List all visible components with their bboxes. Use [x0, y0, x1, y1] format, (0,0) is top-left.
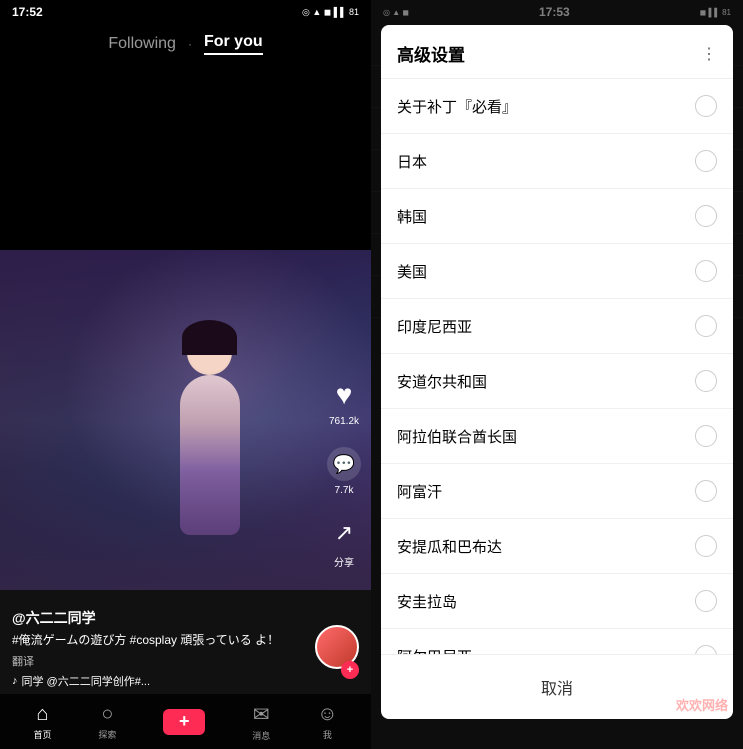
settings-item-uae[interactable]: 阿拉伯联合酋长国	[381, 409, 733, 464]
tab-following[interactable]: Following	[108, 35, 176, 53]
figure-head	[187, 330, 232, 375]
radio-inner	[701, 541, 711, 551]
settings-modal: 高级设置 ⋮ 关于补丁『必看』 日本 韩国	[381, 25, 733, 719]
create-button[interactable]: +	[163, 709, 205, 735]
radio-inner	[701, 321, 711, 331]
music-note-icon: ♪	[12, 675, 18, 687]
settings-item-andorra[interactable]: 安道尔共和国	[381, 354, 733, 409]
radio-button[interactable]	[695, 425, 717, 447]
heart-icon: ♥	[336, 379, 353, 411]
comment-icon: 💬	[327, 447, 361, 481]
radio-inner	[701, 156, 711, 166]
radio-inner	[701, 266, 711, 276]
modal-header: 高级设置 ⋮	[381, 25, 733, 79]
profile-icon: ☺	[317, 703, 337, 726]
video-scene	[0, 250, 371, 590]
music-info: ♪ 同学 @六二二同学创作#...	[12, 673, 316, 689]
radio-inner	[701, 376, 711, 386]
item-label: 日本	[397, 151, 695, 172]
home-icon: ⌂	[36, 703, 48, 726]
settings-item-indonesia[interactable]: 印度尼西亚	[381, 299, 733, 354]
radio-button[interactable]	[695, 315, 717, 337]
profile-label: 我	[323, 728, 332, 741]
cancel-button[interactable]: 取消	[501, 667, 613, 707]
action-buttons: ♥ 761.2k 💬 7.7k ↗ 分享	[325, 376, 363, 569]
settings-item-japan[interactable]: 日本	[381, 134, 733, 189]
item-label: 美国	[397, 261, 695, 282]
modal-title: 高级设置	[397, 41, 465, 66]
item-label: 阿拉伯联合酋长国	[397, 426, 695, 447]
nav-inbox[interactable]: ✉ 消息	[252, 702, 270, 742]
add-icon: +	[179, 711, 190, 732]
music-text: 同学 @六二二同学创作#...	[22, 673, 151, 689]
settings-item-anguilla[interactable]: 安圭拉岛	[381, 574, 733, 629]
inbox-icon: ✉	[253, 702, 270, 727]
video-description: #俺流ゲームの遊び方 #cosplay 頑張っている よ！	[12, 632, 316, 649]
comment-count: 7.7k	[335, 485, 354, 496]
radio-button[interactable]	[695, 480, 717, 502]
like-count: 761.2k	[329, 416, 359, 427]
left-panel: 17:52 ◎ ▲ ◼ ▌▌ 81 Following · For you	[0, 0, 371, 749]
settings-item-albania[interactable]: 阿尔巴尼亚	[381, 629, 733, 654]
explore-label: 探索	[98, 728, 116, 741]
follow-plus-button[interactable]: +	[341, 661, 359, 679]
radio-button[interactable]	[695, 205, 717, 227]
item-label: 阿尔巴尼亚	[397, 646, 695, 655]
nav-dot: ·	[188, 37, 192, 51]
content-area: @六二二同学 #俺流ゲームの遊び方 #cosplay 頑張っている よ！ 翻译 …	[12, 608, 316, 689]
inbox-label: 消息	[252, 729, 270, 742]
share-button[interactable]: ↗ 分享	[325, 514, 363, 569]
radio-button[interactable]	[695, 260, 717, 282]
share-icon: ↗	[335, 520, 353, 546]
item-label: 安道尔共和国	[397, 371, 695, 392]
settings-item-korea[interactable]: 韩国	[381, 189, 733, 244]
settings-item-afghanistan[interactable]: 阿富汗	[381, 464, 733, 519]
settings-item-patch[interactable]: 关于补丁『必看』	[381, 79, 733, 134]
left-time: 17:52	[12, 5, 43, 19]
share-label: 分享	[334, 554, 354, 569]
left-status-icons: ◎ ▲ ◼ ▌▌ 81	[302, 7, 359, 18]
right-panel: ◎ ▲ ◼ 17:53 ◼ ▌▌ 81 年 ... ✕ 7ms 年 150 ✕ …	[371, 0, 743, 749]
radio-inner	[701, 211, 711, 221]
left-status-bar: 17:52 ◎ ▲ ◼ ▌▌ 81	[0, 0, 371, 24]
settings-item-usa[interactable]: 美国	[381, 244, 733, 299]
radio-button[interactable]	[695, 645, 717, 654]
watermark: 欢欢网络	[676, 695, 728, 714]
radio-inner	[701, 596, 711, 606]
crowd-background	[0, 470, 371, 590]
item-label: 安提瓜和巴布达	[397, 536, 695, 557]
radio-inner	[701, 431, 711, 441]
tab-for-you[interactable]: For you	[204, 33, 263, 55]
item-label: 阿富汗	[397, 481, 695, 502]
item-label: 韩国	[397, 206, 695, 227]
signal-icon: ◎ ▲ ◼ ▌▌ 81	[302, 7, 359, 18]
video-frame	[0, 250, 371, 590]
radio-button[interactable]	[695, 535, 717, 557]
settings-item-antigua[interactable]: 安提瓜和巴布达	[381, 519, 733, 574]
translate-button[interactable]: 翻译	[12, 653, 316, 669]
settings-list: 关于补丁『必看』 日本 韩国 美国	[381, 79, 733, 654]
radio-inner	[701, 101, 711, 111]
radio-inner	[701, 486, 711, 496]
like-button[interactable]: ♥ 761.2k	[325, 376, 363, 427]
more-options-icon[interactable]: ⋮	[701, 44, 717, 64]
nav-profile[interactable]: ☺ 我	[317, 703, 337, 741]
explore-icon: ○	[101, 703, 113, 726]
bottom-nav: ⌂ 首页 ○ 探索 + ✉ 消息 ☺ 我	[0, 694, 371, 749]
radio-button[interactable]	[695, 590, 717, 612]
nav-home[interactable]: ⌂ 首页	[33, 703, 51, 741]
radio-button[interactable]	[695, 370, 717, 392]
item-label: 安圭拉岛	[397, 591, 695, 612]
figure-hair	[182, 320, 237, 355]
nav-tabs: Following · For you	[0, 24, 371, 64]
radio-button[interactable]	[695, 95, 717, 117]
home-label: 首页	[33, 728, 51, 741]
nav-explore[interactable]: ○ 探索	[98, 703, 116, 741]
item-label: 印度尼西亚	[397, 316, 695, 337]
radio-button[interactable]	[695, 150, 717, 172]
item-label: 关于补丁『必看』	[397, 96, 695, 117]
creator-username: @六二二同学	[12, 608, 316, 628]
comment-button[interactable]: 💬 7.7k	[325, 445, 363, 496]
